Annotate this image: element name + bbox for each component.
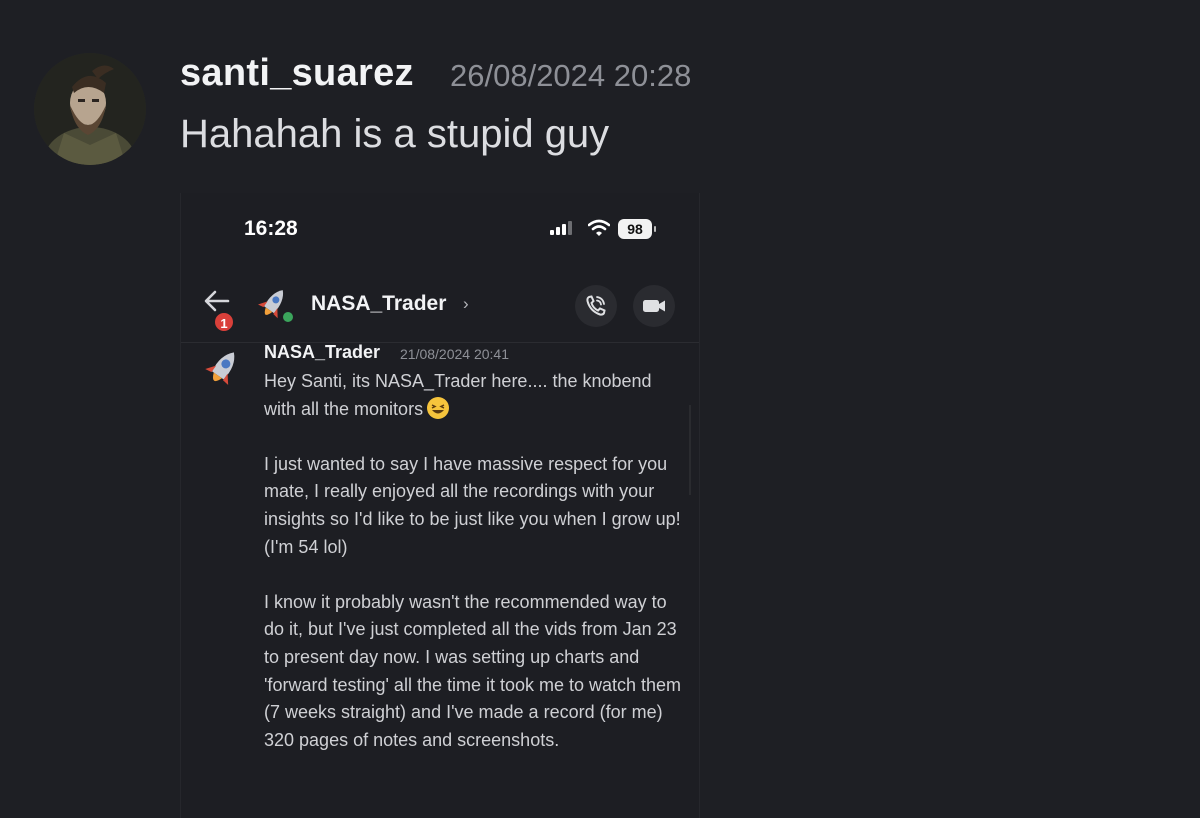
phone-call-icon: [586, 295, 606, 316]
arrow-left-icon[interactable]: [202, 289, 232, 313]
laughing-emoji-icon: [427, 396, 450, 419]
attached-screenshot[interactable]: 16:28 98 1 NASA_Trader › NASA_Trader 21/…: [180, 193, 700, 818]
wifi-icon: [588, 219, 610, 236]
signal-icon: [550, 221, 572, 235]
video-camera-icon: [643, 300, 665, 312]
dm-paragraph: Hey Santi, its NASA_Trader here.... the …: [264, 368, 684, 423]
message-timestamp: 26/08/2024 20:28: [450, 58, 692, 93]
dm-paragraph-text: Hey Santi, its NASA_Trader here.... the …: [264, 371, 652, 419]
user-avatar[interactable]: [34, 53, 146, 165]
dm-timestamp: 21/08/2024 20:41: [400, 346, 509, 362]
rocket-avatar-icon[interactable]: [202, 346, 244, 390]
message-text: Hahahah is a stupid guy: [180, 112, 610, 156]
scrollbar[interactable]: [689, 405, 691, 495]
chevron-right-icon[interactable]: ›: [463, 294, 469, 314]
dm-message-body: Hey Santi, its NASA_Trader here.... the …: [264, 368, 684, 782]
online-status-dot: [281, 310, 295, 324]
notification-badge: 1: [213, 311, 235, 333]
call-button[interactable]: [575, 285, 617, 327]
message-author[interactable]: santi_suarez: [180, 52, 414, 95]
video-call-button[interactable]: [633, 285, 675, 327]
header-divider: [180, 342, 700, 343]
avatar-image: [34, 53, 146, 165]
battery-indicator: 98: [618, 219, 656, 239]
dm-paragraph: I know it probably wasn't the recommende…: [264, 591, 682, 750]
dm-paragraph: I just wanted to say I have massive resp…: [264, 453, 681, 557]
dm-author[interactable]: NASA_Trader: [264, 342, 380, 363]
dm-header-name[interactable]: NASA_Trader: [311, 292, 446, 316]
status-bar-time: 16:28: [244, 217, 298, 240]
